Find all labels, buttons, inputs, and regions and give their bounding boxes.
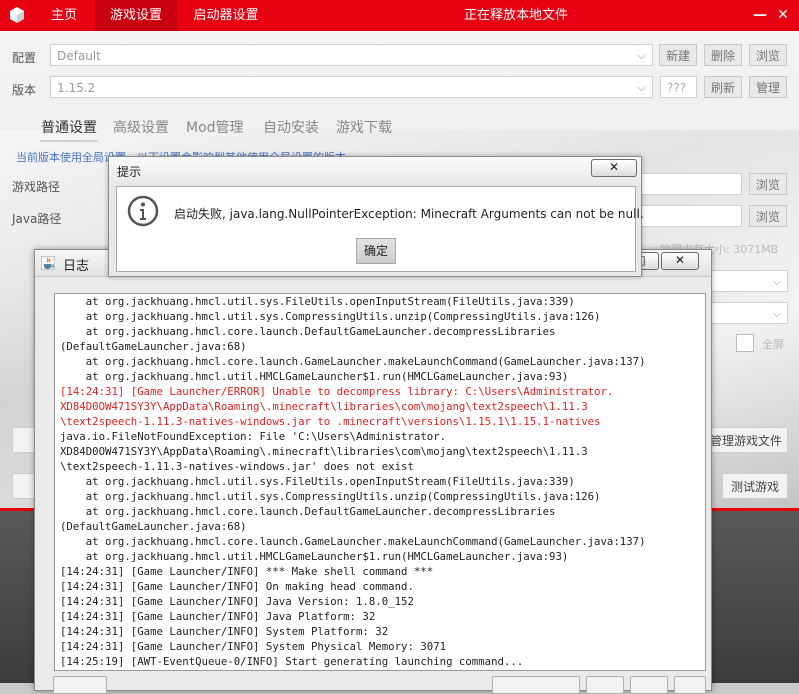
nav-tab-launcher-settings[interactable]: 启动器设置 [185,0,267,31]
java-path-browse-button[interactable]: 浏览 [749,205,787,227]
log-line: at org.jackhuang.hmcl.core.launch.Defaul… [60,505,556,518]
version-select[interactable]: 1.15.2 ⌵ [50,76,653,98]
version-label: 版本 [12,83,37,97]
app-cube-icon [10,7,24,23]
log-line: (DefaultGameLauncher.java:68) [60,340,247,353]
log-line: at org.jackhuang.hmcl.util.sys.FileUtils… [60,295,575,308]
log-line: (DefaultGameLauncher.java:68) [60,520,247,533]
profile-value: Default [57,49,101,63]
profile-select[interactable]: Default ⌵ [50,44,653,66]
log-line: XD84D0OW471SY3Y\AppData\Roaming\.minecra… [60,445,588,458]
log-line: [14:24:31] [Game Launcher/INFO] On makin… [60,580,414,593]
tab-game-download[interactable]: 游戏下载 [336,117,392,137]
version-extra-field[interactable]: ??? [660,76,697,98]
chevron-down-icon: ⌵ [772,307,781,320]
log-line: at org.jackhuang.hmcl.core.launch.GameLa… [60,535,646,548]
log-line: at org.jackhuang.hmcl.util.sys.Compressi… [60,310,601,323]
log-line: [14:24:31] [Game Launcher/INFO] Java Ver… [60,595,414,608]
fullscreen-label: 全屏 [762,338,784,351]
game-path-label: 游戏路径 [12,180,61,194]
log-bottom-button-2[interactable] [492,676,580,694]
tab-auto-install[interactable]: 自动安装 [263,117,319,137]
java-path-input[interactable] [636,205,742,227]
log-line: XD84D0OW471SY3Y\AppData\Roaming\.minecra… [60,400,588,413]
log-line: java.io.FileNotFoundException: File 'C:\… [60,430,447,443]
game-path-browse-button[interactable]: 浏览 [749,173,787,195]
log-bottom-button-5[interactable] [674,676,706,694]
version-value: 1.15.2 [57,81,96,95]
download-button[interactable] [12,427,36,453]
chevron-down-icon: ⌵ [637,49,646,62]
manage-game-files-button[interactable]: 管理游戏文件 [704,427,788,453]
profile-label: 配置 [12,51,37,65]
log-line: at org.jackhuang.hmcl.util.HMCLGameLaunc… [60,550,569,563]
tab-general-settings[interactable]: 普通设置 [41,117,97,137]
log-line: [14:24:31] [Game Launcher/INFO] *** Make… [60,565,434,578]
window-status-title: 正在释放本地文件 [464,8,569,23]
delete-profile-button[interactable]: 删除 [704,44,742,66]
nav-tab-home[interactable]: 主页 [41,0,87,31]
minimize-button[interactable]: — [752,7,768,23]
log-line: at org.jackhuang.hmcl.core.launch.GameLa… [60,355,646,368]
manage-version-button[interactable]: 管理 [749,76,787,98]
log-line: \text2speech-1.11.3-natives-windows.jar … [60,415,601,428]
ok-button[interactable]: 确定 [356,238,396,264]
alert-title-bar[interactable]: 提示 ✕ [109,157,641,183]
alert-close-button[interactable]: ✕ [591,159,637,177]
log-line: at org.jackhuang.hmcl.util.sys.Compressi… [60,490,601,503]
refresh-button[interactable]: 刷新 [704,76,742,98]
alert-title: 提示 [117,165,142,179]
log-line: at org.jackhuang.hmcl.util.sys.FileUtils… [60,475,575,488]
chevron-down-icon: ⌵ [637,81,646,94]
log-bottom-button-1[interactable] [53,676,107,694]
version-extra-text: ??? [667,81,687,95]
log-bottom-button-4[interactable] [630,676,668,694]
nav-tab-game-settings[interactable]: 游戏设置 [95,0,177,31]
browse-profile-button[interactable]: 浏览 [749,44,787,66]
close-button[interactable]: ✕ [775,7,791,23]
log-line: [14:24:31] [Game Launcher/INFO] System P… [60,640,447,653]
log-line: [14:24:31] [Game Launcher/ERROR] Unable … [60,385,614,398]
log-line: at org.jackhuang.hmcl.util.HMCLGameLaunc… [60,370,569,383]
alert-dialog: 提示 ✕ 启动失败, java.lang.NullPointerExceptio… [108,156,644,277]
game-path-input[interactable] [636,173,742,195]
tab-advanced-settings[interactable]: 高级设置 [113,117,169,137]
log-bottom-button-3[interactable] [586,676,624,694]
alert-body: 启动失败, java.lang.NullPointerException: Mi… [116,186,644,272]
log-window-title: 日志 [63,259,90,274]
log-window: 日志 □ ✕ at org.jackhuang.hmcl.util.sys.Fi… [34,249,712,694]
log-line: [14:24:31] [Game Launcher/INFO] System P… [60,625,389,638]
log-close-button[interactable]: ✕ [661,252,699,270]
title-bar: 主页 游戏设置 启动器设置 正在释放本地文件 — ✕ [0,0,799,31]
game-dir-type-select[interactable]: ⌵ [700,302,788,324]
java-path-label: Java路径 [12,212,62,226]
test-game-button[interactable]: 测试游戏 [722,473,788,499]
new-profile-button[interactable]: 新建 [659,44,697,66]
chevron-down-icon: ⌵ [772,275,781,288]
fullscreen-checkbox[interactable] [736,334,754,352]
export-button[interactable] [12,473,36,499]
log-text-area[interactable]: at org.jackhuang.hmcl.util.sys.FileUtils… [54,293,706,671]
log-line: [14:24:31] [Game Launcher/INFO] Java Pla… [60,610,376,623]
log-line: \text2speech-1.11.3-natives-windows.jar'… [60,460,414,473]
alert-message: 启动失败, java.lang.NullPointerException: Mi… [174,207,644,221]
active-tab-indicator [40,140,98,142]
java-cup-icon [41,256,55,270]
tab-mod-management[interactable]: Mod管理 [186,117,244,137]
info-icon [127,195,159,227]
log-line: at org.jackhuang.hmcl.core.launch.Defaul… [60,325,556,338]
log-line: [14:25:19] [AWT-EventQueue-0/INFO] Start… [60,655,524,668]
launcher-visibility-select[interactable]: ⌵ [700,270,788,292]
